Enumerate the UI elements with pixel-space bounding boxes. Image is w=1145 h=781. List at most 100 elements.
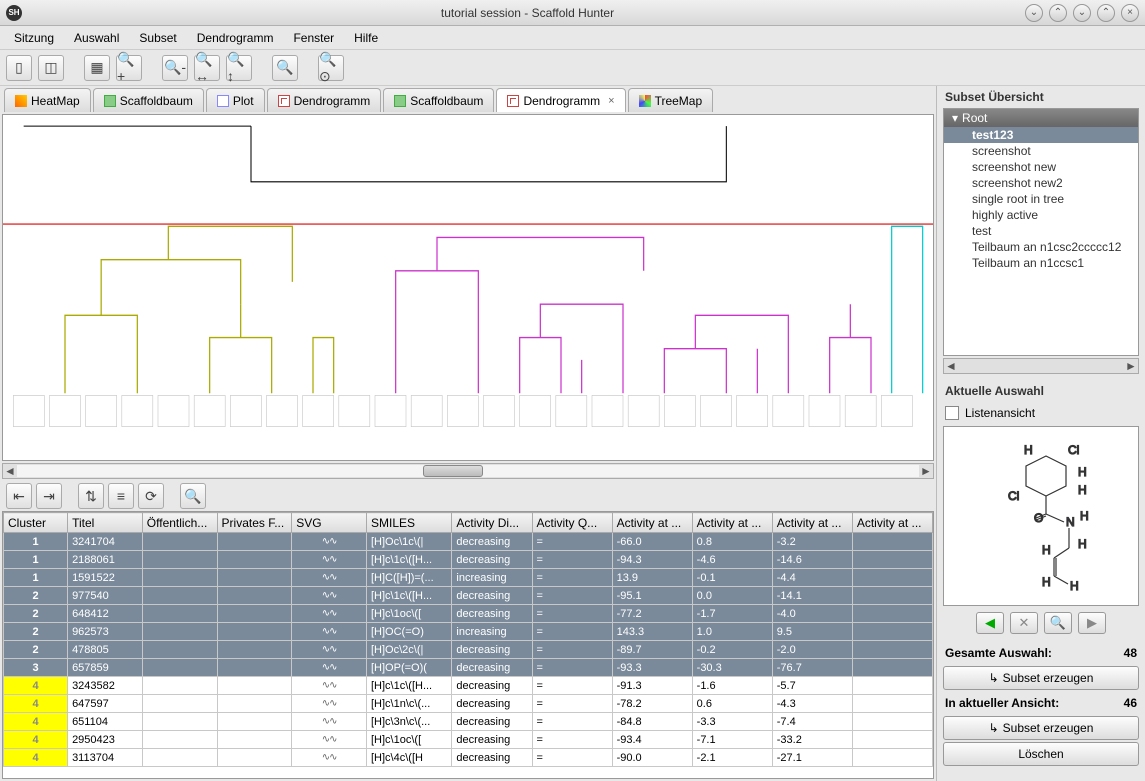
- menu-fenster[interactable]: Fenster: [285, 29, 342, 47]
- shade-up-button[interactable]: ⌃: [1049, 4, 1067, 22]
- table-row[interactable]: 2977540∿∿[H]c\1c\([H...decreasing=-95.10…: [4, 587, 933, 605]
- zoom-molecule-button[interactable]: 🔍: [1044, 612, 1072, 634]
- tab-dendrogramm[interactable]: Dendrogramm×: [496, 88, 625, 112]
- sort-up-button[interactable]: ⇅: [78, 483, 104, 509]
- table-row[interactable]: 3657859∿∿[H]OP(=O)(decreasing=-93.3-30.3…: [4, 659, 933, 677]
- table-row[interactable]: 4651104∿∿[H]c\3n\c\(...decreasing=-84.8-…: [4, 713, 933, 731]
- refresh-button[interactable]: ⟳: [138, 483, 164, 509]
- collapse-left-button[interactable]: ⇤: [6, 483, 32, 509]
- table-row[interactable]: 12188061∿∿[H]c\1c\([H...decreasing=-94.3…: [4, 551, 933, 569]
- ti-dendro-icon: [507, 95, 519, 107]
- col-header[interactable]: SMILES: [367, 513, 452, 533]
- zoom-reset-button[interactable]: 🔍: [272, 55, 298, 81]
- tree-item[interactable]: screenshot new: [944, 159, 1138, 175]
- remove-molecule-button[interactable]: ✕: [1010, 612, 1038, 634]
- col-header[interactable]: Öffentlich...: [142, 513, 217, 533]
- shade-down-button[interactable]: ⌄: [1025, 4, 1043, 22]
- listview-checkbox-row[interactable]: Listenansicht: [943, 402, 1139, 424]
- tab-dendrogramm[interactable]: Dendrogramm: [267, 88, 382, 112]
- zoom-fit-h-button[interactable]: 🔍↔: [194, 55, 220, 81]
- svg-text:H: H: [1080, 509, 1089, 523]
- ti-treemap-icon: [639, 95, 651, 107]
- grid-button[interactable]: ▦: [84, 55, 110, 81]
- tree-item[interactable]: screenshot new2: [944, 175, 1138, 191]
- layout-left-button[interactable]: ▯: [6, 55, 32, 81]
- svg-text:H: H: [1024, 443, 1033, 457]
- zoom-out-button[interactable]: 🔍-: [162, 55, 188, 81]
- listview-checkbox[interactable]: [945, 406, 959, 420]
- tree-item[interactable]: Teilbaum an n1csc2ccccc12: [944, 239, 1138, 255]
- main-toolbar: ▯ ◫ ▦ 🔍+ 🔍- 🔍↔ 🔍↕ 🔍 🔍⊙: [0, 50, 1145, 86]
- total-selection-count: 48: [1124, 646, 1137, 660]
- ti-plot-icon: [217, 95, 229, 107]
- col-header[interactable]: SVG: [292, 513, 367, 533]
- col-header[interactable]: Activity at ...: [852, 513, 932, 533]
- zoom-in-button[interactable]: 🔍+: [116, 55, 142, 81]
- table-row[interactable]: 43113704∿∿[H]c\4c\([Hdecreasing=-90.0-2.…: [4, 749, 933, 767]
- expand-right-button[interactable]: ⇥: [36, 483, 62, 509]
- subset-tree[interactable]: ▾ Root test123screenshotscreenshot newsc…: [943, 108, 1139, 356]
- zoom-fit-v-button[interactable]: 🔍↕: [226, 55, 252, 81]
- next-molecule-button[interactable]: ▶: [1078, 612, 1106, 634]
- close-button[interactable]: ×: [1121, 4, 1139, 22]
- tab-close-icon[interactable]: ×: [608, 95, 614, 107]
- tree-item[interactable]: screenshot: [944, 143, 1138, 159]
- menu-sitzung[interactable]: Sitzung: [6, 29, 62, 47]
- ti-tree-icon: [104, 95, 116, 107]
- col-header[interactable]: Activity at ...: [772, 513, 852, 533]
- table-row[interactable]: 42950423∿∿[H]c\1oc\([decreasing=-93.4-7.…: [4, 731, 933, 749]
- maximize-button[interactable]: ⌃: [1097, 4, 1115, 22]
- table-row[interactable]: 2648412∿∿[H]c\1oc\([decreasing=-77.2-1.7…: [4, 605, 933, 623]
- table-row[interactable]: 13241704∿∿[H]Oc\1c\(|decreasing=-66.00.8…: [4, 533, 933, 551]
- layout-split-button[interactable]: ◫: [38, 55, 64, 81]
- svg-text:H: H: [1042, 575, 1051, 589]
- subset-hscroll[interactable]: ◄►: [943, 358, 1139, 374]
- rows-button[interactable]: ≡: [108, 483, 134, 509]
- col-header[interactable]: Activity Di...: [452, 513, 532, 533]
- svg-text:H: H: [1078, 483, 1087, 497]
- col-header[interactable]: Privates F...: [217, 513, 292, 533]
- col-header[interactable]: Cluster: [4, 513, 68, 533]
- table-row[interactable]: 2962573∿∿[H]OC(=O)increasing=143.31.09.5: [4, 623, 933, 641]
- table-row[interactable]: 4647597∿∿[H]c\1n\c\(...decreasing=-78.20…: [4, 695, 933, 713]
- dendrogram-canvas[interactable]: [2, 114, 934, 461]
- tab-treemap[interactable]: TreeMap: [628, 88, 714, 112]
- selection-panel-title: Aktuelle Auswahl: [937, 380, 1145, 402]
- molecule-preview: Cl Cl H H H O N H: [943, 426, 1139, 606]
- svg-text:H: H: [1078, 465, 1087, 479]
- tree-item[interactable]: single root in tree: [944, 191, 1138, 207]
- menu-auswahl[interactable]: Auswahl: [66, 29, 127, 47]
- col-header[interactable]: Activity at ...: [692, 513, 772, 533]
- menu-dendrogramm[interactable]: Dendrogramm: [189, 29, 282, 47]
- data-table[interactable]: ClusterTitelÖffentlich...Privates F...SV…: [2, 511, 934, 779]
- minimize-button[interactable]: ⌄: [1073, 4, 1091, 22]
- menubar: SitzungAuswahlSubset DendrogrammFensterHi…: [0, 26, 1145, 50]
- col-header[interactable]: Activity at ...: [612, 513, 692, 533]
- tree-item[interactable]: Teilbaum an n1ccsc1: [944, 255, 1138, 271]
- tree-item[interactable]: highly active: [944, 207, 1138, 223]
- menu-hilfe[interactable]: Hilfe: [346, 29, 386, 47]
- tab-plot[interactable]: Plot: [206, 88, 265, 112]
- table-zoom-button[interactable]: 🔍: [180, 483, 206, 509]
- dendrogram-hscroll[interactable]: ◄►: [2, 463, 934, 479]
- menu-subset[interactable]: Subset: [131, 29, 184, 47]
- table-row[interactable]: 2478805∿∿[H]Oc\2c\(|decreasing=-89.7-0.2…: [4, 641, 933, 659]
- tree-item[interactable]: test: [944, 223, 1138, 239]
- tab-heatmap[interactable]: HeatMap: [4, 88, 91, 112]
- table-row[interactable]: 43243582∿∿[H]c\1c\([H...decreasing=-91.3…: [4, 677, 933, 695]
- zoom-region-button[interactable]: 🔍⊙: [318, 55, 344, 81]
- col-header[interactable]: Activity Q...: [532, 513, 612, 533]
- delete-button[interactable]: Löschen: [943, 742, 1139, 766]
- prev-molecule-button[interactable]: ◀: [976, 612, 1004, 634]
- col-header[interactable]: Titel: [68, 513, 143, 533]
- tree-root[interactable]: ▾ Root: [944, 109, 1138, 127]
- table-row[interactable]: 11591522∿∿[H]C([H])=(...increasing=13.9-…: [4, 569, 933, 587]
- create-subset-view-button[interactable]: ↳ Subset erzeugen: [943, 716, 1139, 740]
- table-toolbar: ⇤ ⇥ ⇅ ≡ ⟳ 🔍: [0, 481, 936, 511]
- tree-item[interactable]: test123: [944, 127, 1138, 143]
- tab-scaffoldbaum[interactable]: Scaffoldbaum: [383, 88, 494, 112]
- ti-tree-icon: [394, 95, 406, 107]
- create-subset-total-button[interactable]: ↳ Subset erzeugen: [943, 666, 1139, 690]
- tab-scaffoldbaum[interactable]: Scaffoldbaum: [93, 88, 204, 112]
- ti-heat-icon: [15, 95, 27, 107]
